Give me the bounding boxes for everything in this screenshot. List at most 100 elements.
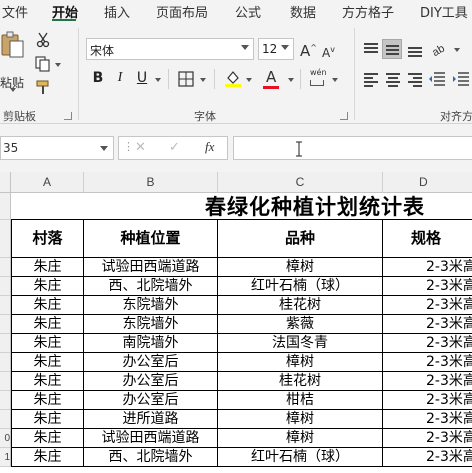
format-painter-icon[interactable] (35, 80, 51, 96)
bold-button[interactable]: B (90, 70, 106, 88)
underline-dropdown-arrow[interactable] (155, 78, 161, 82)
column-header-a[interactable]: A (11, 172, 84, 193)
cell-spec[interactable]: 2-3米高 (383, 410, 472, 429)
cell-variety[interactable]: 紫薇 (218, 315, 383, 334)
align-left-button[interactable] (362, 70, 380, 88)
row-header[interactable] (0, 258, 11, 277)
row-header[interactable] (0, 410, 11, 429)
font-size-dropdown-arrow[interactable] (281, 45, 289, 50)
font-color-icon[interactable]: A (266, 69, 276, 85)
phonetic-guide-icon[interactable]: wén (310, 68, 327, 77)
borders-icon[interactable] (178, 71, 194, 87)
cell-location[interactable]: 试验田西端道路 (84, 258, 218, 277)
cut-icon[interactable] (36, 32, 50, 48)
phonetic-dropdown-arrow[interactable] (332, 78, 338, 82)
column-header-d[interactable]: D (383, 172, 472, 193)
tab-page-layout[interactable]: 页面布局 (156, 2, 208, 21)
tab-insert[interactable]: 插入 (104, 2, 130, 21)
cell-village[interactable]: 朱庄 (11, 372, 84, 391)
cell-spec[interactable]: 2-3米高 (383, 296, 472, 315)
cell-location[interactable]: 东院墙外 (84, 315, 218, 334)
cell-spec[interactable]: 2-3米高 (383, 391, 472, 410)
orientation-dropdown-arrow[interactable] (454, 48, 460, 52)
cell-spec[interactable]: 2-3米高 (383, 277, 472, 296)
italic-button[interactable]: I (112, 70, 128, 88)
cell-variety[interactable]: 樟树 (218, 353, 383, 372)
cell-location[interactable]: 西、北院墙外 (84, 448, 218, 467)
decrease-indent-icon[interactable] (428, 70, 446, 88)
tab-diy-tools[interactable]: DIY工具 (420, 2, 468, 21)
enter-icon[interactable]: ✓ (169, 140, 180, 155)
cell-variety[interactable]: 法国冬青 (218, 334, 383, 353)
cell-location[interactable]: 办公室后 (84, 372, 218, 391)
cell-village[interactable]: 朱庄 (11, 429, 84, 448)
cell-location[interactable]: 试验田西端道路 (84, 429, 218, 448)
cell-variety[interactable]: 樟树 (218, 258, 383, 277)
cell-variety[interactable]: 柑桔 (218, 391, 383, 410)
paste-dropdown-arrow[interactable] (10, 88, 16, 92)
name-box-dropdown-arrow[interactable] (100, 146, 108, 151)
spreadsheet-grid[interactable]: A B C D 01 春绿化种植计划统计表 村落 种植位置 品种 规格 朱庄 试验田西端道… (0, 172, 472, 473)
tab-data[interactable]: 数据 (290, 2, 316, 21)
copy-icon[interactable] (35, 56, 51, 72)
name-box[interactable]: 35 (0, 136, 114, 160)
row-header[interactable] (0, 193, 11, 220)
cell-spec[interactable]: 2-3米高 (383, 448, 472, 467)
font-dialog-launcher[interactable] (340, 112, 348, 120)
cell-variety[interactable]: 桂花树 (218, 296, 383, 315)
fill-color-icon[interactable] (224, 69, 242, 87)
increase-indent-icon[interactable] (452, 70, 470, 88)
formula-input[interactable] (233, 136, 472, 160)
cell-village[interactable]: 朱庄 (11, 277, 84, 296)
cell-variety[interactable]: 樟树 (218, 410, 383, 429)
bottom-align-button[interactable] (406, 40, 424, 58)
cell-village[interactable]: 朱庄 (11, 258, 84, 277)
underline-button[interactable]: U (134, 70, 150, 88)
cell-location[interactable]: 东院墙外 (84, 296, 218, 315)
cell-village[interactable]: 朱庄 (11, 353, 84, 372)
column-header-c[interactable]: C (218, 172, 383, 193)
cell-spec[interactable]: 2-3米高 (383, 315, 472, 334)
row-header[interactable]: 0 (0, 429, 11, 448)
title-merged-cell[interactable]: 春绿化种植计划统计表 (11, 193, 472, 220)
cell-variety[interactable]: 樟树 (218, 429, 383, 448)
cell-location[interactable]: 进所道路 (84, 410, 218, 429)
tab-file[interactable]: 文件 (2, 2, 28, 21)
cell-location[interactable]: 南院墙外 (84, 334, 218, 353)
cell-variety[interactable]: 桂花树 (218, 372, 383, 391)
font-name-dropdown-arrow[interactable] (241, 45, 249, 50)
borders-dropdown-arrow[interactable] (200, 78, 206, 82)
header-cell-spec[interactable]: 规格 (383, 220, 472, 258)
cell-variety[interactable]: 红叶石楠（球） (218, 277, 383, 296)
header-cell-location[interactable]: 种植位置 (84, 220, 218, 258)
cell-village[interactable]: 朱庄 (11, 410, 84, 429)
grow-font-icon[interactable]: A^ (300, 40, 317, 59)
cell-spec[interactable]: 2-3米高 (383, 353, 472, 372)
cell-variety[interactable]: 红叶石楠（球） (218, 448, 383, 467)
tab-formulas[interactable]: 公式 (235, 2, 261, 21)
row-header[interactable] (0, 220, 11, 258)
column-header-b[interactable]: B (84, 172, 218, 193)
cancel-icon[interactable]: ✕ (135, 140, 146, 155)
copy-dropdown-arrow[interactable] (55, 63, 61, 67)
cell-location[interactable]: 办公室后 (84, 353, 218, 372)
cell-location[interactable]: 办公室后 (84, 391, 218, 410)
align-right-button[interactable] (406, 70, 424, 88)
row-header[interactable]: 1 (0, 448, 11, 467)
fill-color-dropdown-arrow[interactable] (246, 78, 252, 82)
header-cell-village[interactable]: 村落 (11, 220, 84, 258)
top-align-button[interactable] (362, 40, 380, 58)
tab-fangfang[interactable]: 方方格子 (342, 2, 394, 21)
row-header[interactable] (0, 391, 11, 410)
row-header[interactable] (0, 334, 11, 353)
paste-button[interactable]: 粘贴 (0, 30, 28, 92)
row-header[interactable] (0, 296, 11, 315)
font-size-select[interactable]: 12 (258, 38, 294, 60)
cell-spec[interactable]: 2-3米高 (383, 334, 472, 353)
orientation-icon[interactable]: ab (430, 40, 450, 58)
font-color-dropdown-arrow[interactable] (288, 78, 294, 82)
row-header[interactable] (0, 277, 11, 296)
cell-spec[interactable]: 2-3米高 (383, 429, 472, 448)
header-cell-variety[interactable]: 品种 (218, 220, 383, 258)
clipboard-dialog-launcher[interactable] (64, 112, 72, 120)
